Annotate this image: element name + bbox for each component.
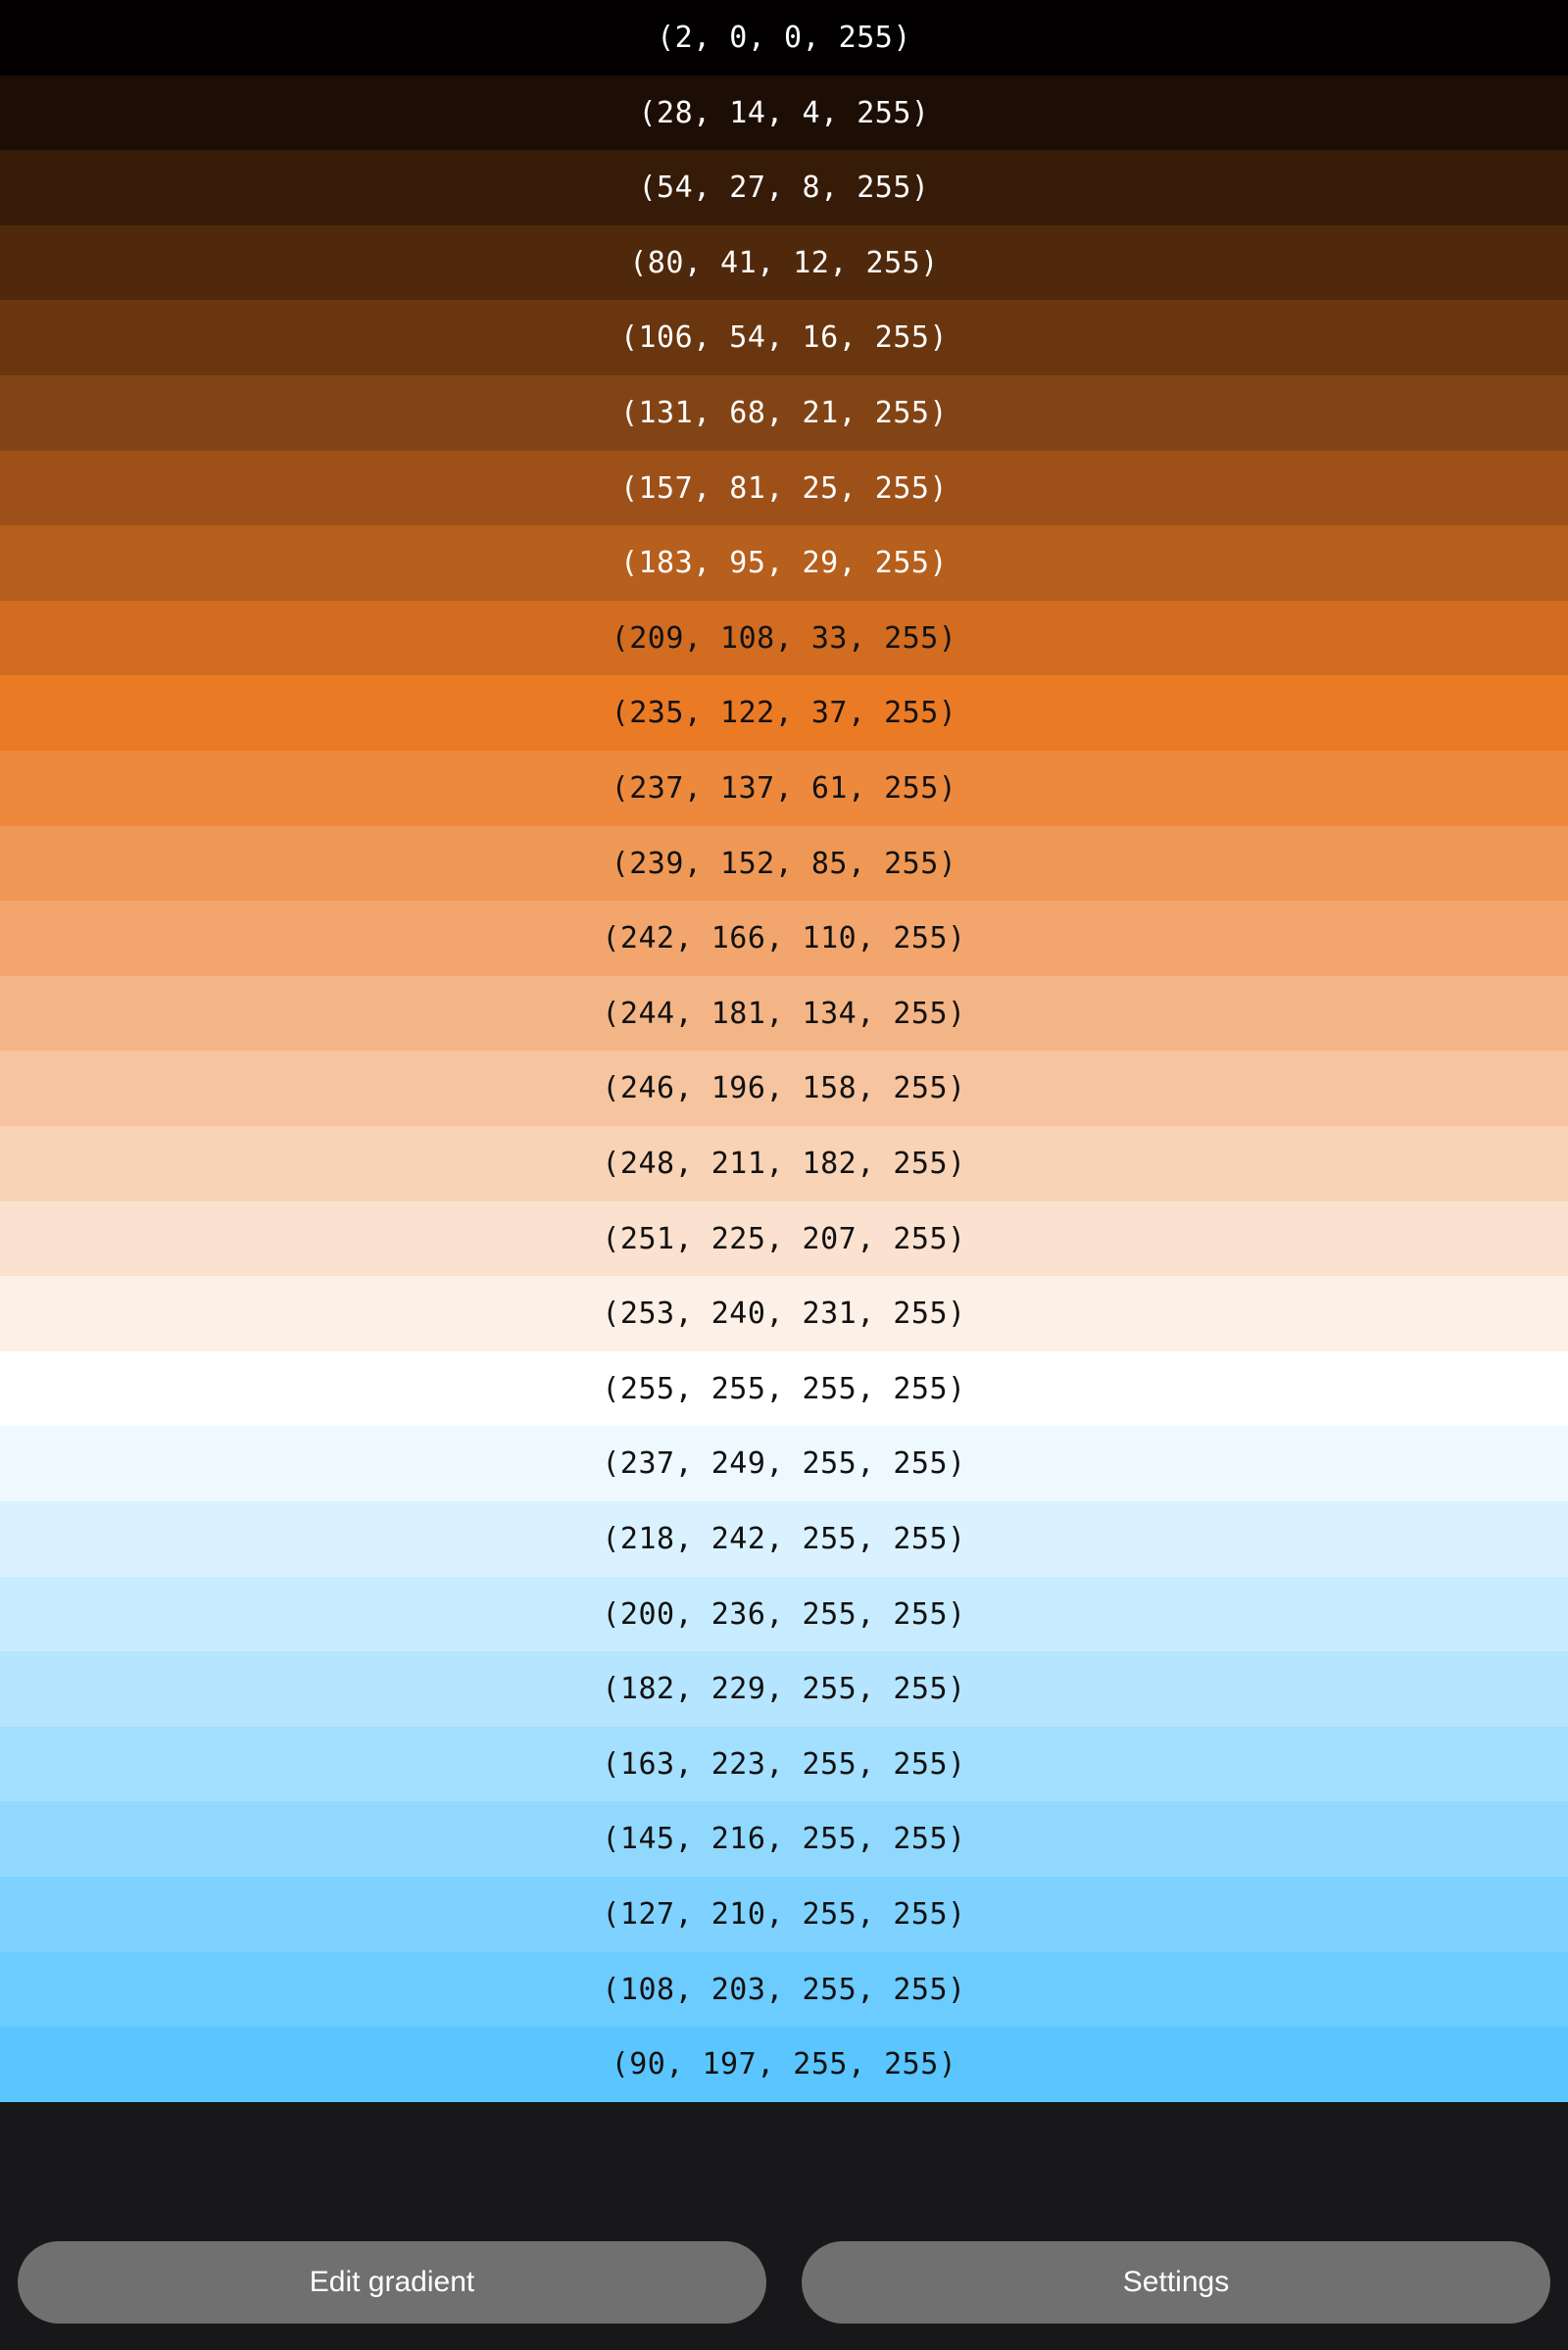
color-swatch-label: (235, 122, 37, 255) [611,696,957,730]
color-swatch-row[interactable]: (253, 240, 231, 255) [0,1276,1568,1351]
color-swatch-row[interactable]: (239, 152, 85, 255) [0,826,1568,901]
color-swatch-row[interactable]: (54, 27, 8, 255) [0,150,1568,225]
color-swatch-row[interactable]: (200, 236, 255, 255) [0,1577,1568,1651]
color-swatch-row[interactable]: (182, 229, 255, 255) [0,1651,1568,1727]
settings-button[interactable]: Settings [802,2241,1550,2324]
color-swatch-row[interactable]: (251, 225, 207, 255) [0,1201,1568,1276]
color-swatch-label: (54, 27, 8, 255) [638,171,930,205]
color-swatch-label: (237, 249, 255, 255) [602,1446,966,1481]
color-swatch-label: (253, 240, 231, 255) [602,1297,966,1331]
color-swatch-label: (183, 95, 29, 255) [619,546,949,580]
color-swatch-label: (28, 14, 4, 255) [638,95,930,130]
color-swatch-label: (218, 242, 255, 255) [602,1522,966,1556]
color-swatch-row[interactable]: (90, 197, 255, 255) [0,2027,1568,2102]
color-swatch-row[interactable]: (131, 68, 21, 255) [0,375,1568,451]
color-swatch-row[interactable]: (80, 41, 12, 255) [0,225,1568,300]
color-swatch-label: (244, 181, 134, 255) [602,996,966,1031]
color-swatch-label: (131, 68, 21, 255) [619,396,949,430]
color-swatch-label: (182, 229, 255, 255) [602,1672,966,1706]
color-swatch-label: (163, 223, 255, 255) [602,1746,966,1782]
color-swatch-label: (209, 108, 33, 255) [611,620,957,656]
color-swatch-label: (80, 41, 12, 255) [629,245,939,280]
edit-gradient-button[interactable]: Edit gradient [18,2241,766,2324]
color-swatch-row[interactable]: (163, 223, 255, 255) [0,1727,1568,1801]
color-swatch-label: (127, 210, 255, 255) [602,1897,966,1932]
color-swatch-row[interactable]: (237, 137, 61, 255) [0,751,1568,826]
color-swatch-row[interactable]: (108, 203, 255, 255) [0,1952,1568,2027]
color-swatch-row[interactable]: (127, 210, 255, 255) [0,1877,1568,1952]
color-swatch-row[interactable]: (28, 14, 4, 255) [0,75,1568,150]
gradient-swatch-list: (2, 0, 0, 255) (28, 14, 4, 255) (54, 27, 8… [0,0,1568,2102]
color-swatch-label: (145, 216, 255, 255) [602,1822,966,1856]
color-swatch-label: (108, 203, 255, 255) [602,1972,966,2007]
color-swatch-row[interactable]: (2, 0, 0, 255) [0,0,1568,75]
color-swatch-row[interactable]: (209, 108, 33, 255) [0,601,1568,675]
color-swatch-row[interactable]: (235, 122, 37, 255) [0,675,1568,751]
color-swatch-row[interactable]: (145, 216, 255, 255) [0,1801,1568,1877]
color-swatch-label: (106, 54, 16, 255) [619,320,949,355]
color-swatch-label: (239, 152, 85, 255) [611,846,957,881]
color-swatch-label: (242, 166, 110, 255) [602,921,966,955]
color-swatch-row[interactable]: (106, 54, 16, 255) [0,300,1568,375]
color-swatch-row[interactable]: (157, 81, 25, 255) [0,451,1568,525]
color-swatch-label: (90, 197, 255, 255) [611,2047,957,2081]
color-swatch-row[interactable]: (218, 242, 255, 255) [0,1501,1568,1577]
color-swatch-label: (237, 137, 61, 255) [611,771,957,806]
color-swatch-label: (157, 81, 25, 255) [619,470,949,506]
color-swatch-row[interactable]: (255, 255, 255, 255) [0,1351,1568,1426]
color-swatch-label: (246, 196, 158, 255) [602,1071,966,1105]
color-swatch-row[interactable]: (242, 166, 110, 255) [0,901,1568,976]
color-swatch-label: (248, 211, 182, 255) [602,1147,966,1181]
color-swatch-row[interactable]: (248, 211, 182, 255) [0,1126,1568,1201]
color-swatch-row[interactable]: (246, 196, 158, 255) [0,1051,1568,1126]
color-swatch-label: (2, 0, 0, 255) [657,21,911,55]
color-swatch-label: (251, 225, 207, 255) [602,1221,966,1256]
color-swatch-row[interactable]: (183, 95, 29, 255) [0,525,1568,601]
color-swatch-label: (255, 255, 255, 255) [602,1371,966,1406]
color-swatch-label: (200, 236, 255, 255) [602,1596,966,1632]
color-swatch-row[interactable]: (237, 249, 255, 255) [0,1426,1568,1501]
color-swatch-row[interactable]: (244, 181, 134, 255) [0,976,1568,1051]
